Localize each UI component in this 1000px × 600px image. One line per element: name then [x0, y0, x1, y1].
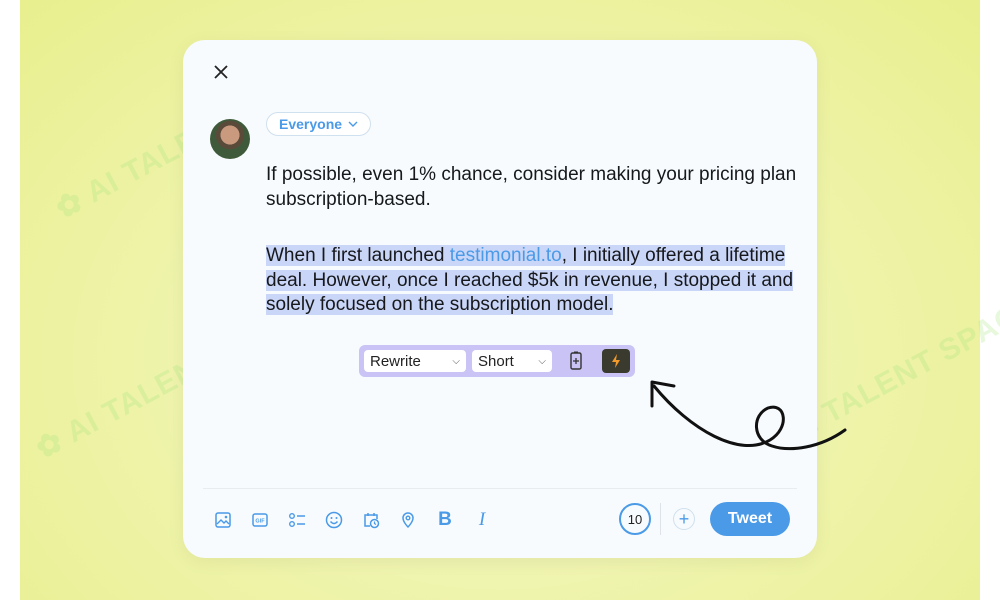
audience-label: Everyone [279, 116, 343, 132]
bold-icon[interactable]: B [435, 509, 455, 530]
add-thread-button[interactable]: + [673, 508, 695, 530]
emoji-icon[interactable] [324, 510, 344, 530]
ai-toolbar: Rewrite ⌵ Short ⌵ [359, 345, 635, 377]
text: When I first launched [266, 245, 450, 266]
generate-button[interactable] [602, 349, 630, 373]
location-icon[interactable] [398, 510, 418, 530]
schedule-icon[interactable] [361, 510, 381, 530]
gif-icon[interactable]: GIF [250, 510, 270, 530]
tweet-composer-dialog: Everyone If possible, even 1% chance, co… [183, 40, 817, 558]
divider [660, 503, 661, 535]
close-button[interactable] [211, 62, 231, 82]
action-value: Rewrite [370, 352, 421, 370]
image-icon[interactable] [213, 510, 233, 530]
divider [203, 488, 797, 489]
link[interactable]: testimonial.to [450, 245, 562, 266]
chevron-down-icon [348, 121, 358, 127]
character-counter: 10 [619, 503, 651, 535]
chevron-down-icon: ⌵ [452, 355, 460, 367]
tweet-button[interactable]: Tweet [710, 502, 790, 536]
clipboard-add-icon[interactable] [564, 349, 588, 373]
lightning-icon [612, 354, 620, 368]
poll-icon[interactable] [287, 510, 307, 530]
length-select[interactable]: Short ⌵ [472, 350, 552, 372]
chevron-down-icon: ⌵ [538, 355, 546, 367]
audience-selector[interactable]: Everyone [266, 112, 372, 136]
plus-icon: + [678, 508, 690, 529]
svg-text:GIF: GIF [255, 519, 265, 525]
composer-toolbar: GIF B I [213, 509, 492, 530]
paragraph: If possible, even 1% chance, consider ma… [266, 164, 797, 210]
hand-drawn-arrow [650, 380, 847, 451]
close-icon [214, 65, 228, 79]
selected-paragraph: When I first launched testimonial.to, I … [266, 244, 806, 318]
action-select[interactable]: Rewrite ⌵ [364, 350, 466, 372]
tweet-text-input[interactable]: If possible, even 1% chance, consider ma… [266, 163, 806, 318]
length-value: Short [478, 352, 514, 370]
avatar[interactable] [210, 119, 250, 159]
italic-icon[interactable]: I [472, 509, 492, 530]
